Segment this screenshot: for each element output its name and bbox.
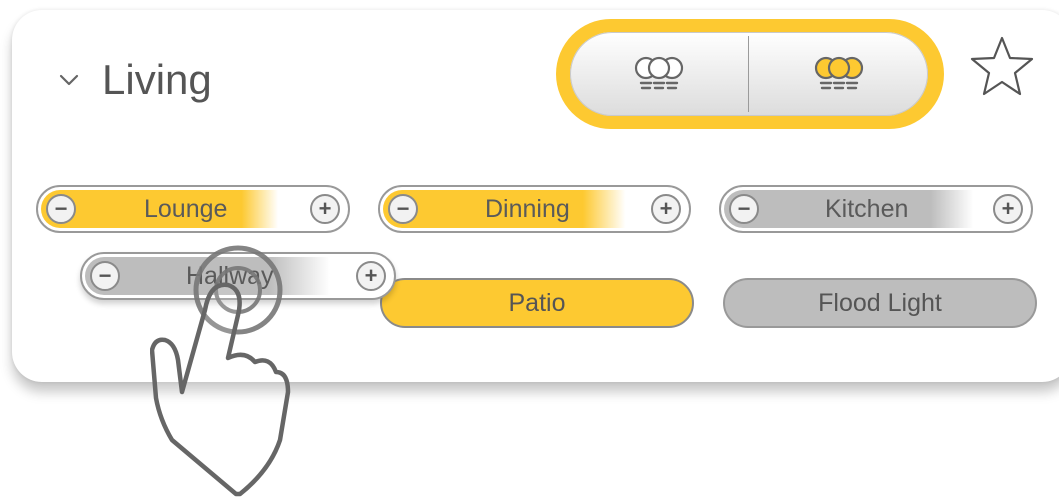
dimmer-increase-button[interactable]: + <box>310 194 340 224</box>
dimmer-dinning[interactable]: − Dinning + <box>378 185 691 233</box>
dimmer-decrease-button[interactable]: − <box>90 261 120 291</box>
scene-pill <box>570 32 928 116</box>
dimmer-lounge[interactable]: − Lounge + <box>36 185 350 233</box>
dimmer-decrease-button[interactable]: − <box>729 194 759 224</box>
room-title: Living <box>102 56 212 103</box>
bulbs-on-icon <box>814 56 864 90</box>
toggle-patio[interactable]: Patio <box>380 278 694 328</box>
dimmer-label: Kitchen <box>825 194 909 223</box>
scene-divider <box>748 36 749 112</box>
scene-all-on-button[interactable] <box>750 32 928 116</box>
scene-selector <box>556 19 944 129</box>
star-icon[interactable] <box>970 34 1034 98</box>
bulbs-off-icon <box>634 56 684 90</box>
chevron-down-icon[interactable] <box>58 69 80 91</box>
toggle-label: Patio <box>508 288 566 317</box>
dimmer-increase-button[interactable]: + <box>356 261 386 291</box>
dimmer-kitchen[interactable]: − Kitchen + <box>719 185 1033 233</box>
dimmer-decrease-button[interactable]: − <box>46 194 76 224</box>
dimmer-increase-button[interactable]: + <box>993 194 1023 224</box>
tap-gesture-icon <box>150 245 291 497</box>
dimmer-decrease-button[interactable]: − <box>388 194 418 224</box>
dimmer-label: Dinning <box>485 194 570 223</box>
dimmer-increase-button[interactable]: + <box>651 194 681 224</box>
toggle-label: Flood Light <box>818 288 942 317</box>
dimmer-label: Lounge <box>144 194 228 223</box>
room-header[interactable]: Living <box>58 50 212 110</box>
toggle-flood-light[interactable]: Flood Light <box>723 278 1037 328</box>
scene-all-off-button[interactable] <box>570 32 748 116</box>
